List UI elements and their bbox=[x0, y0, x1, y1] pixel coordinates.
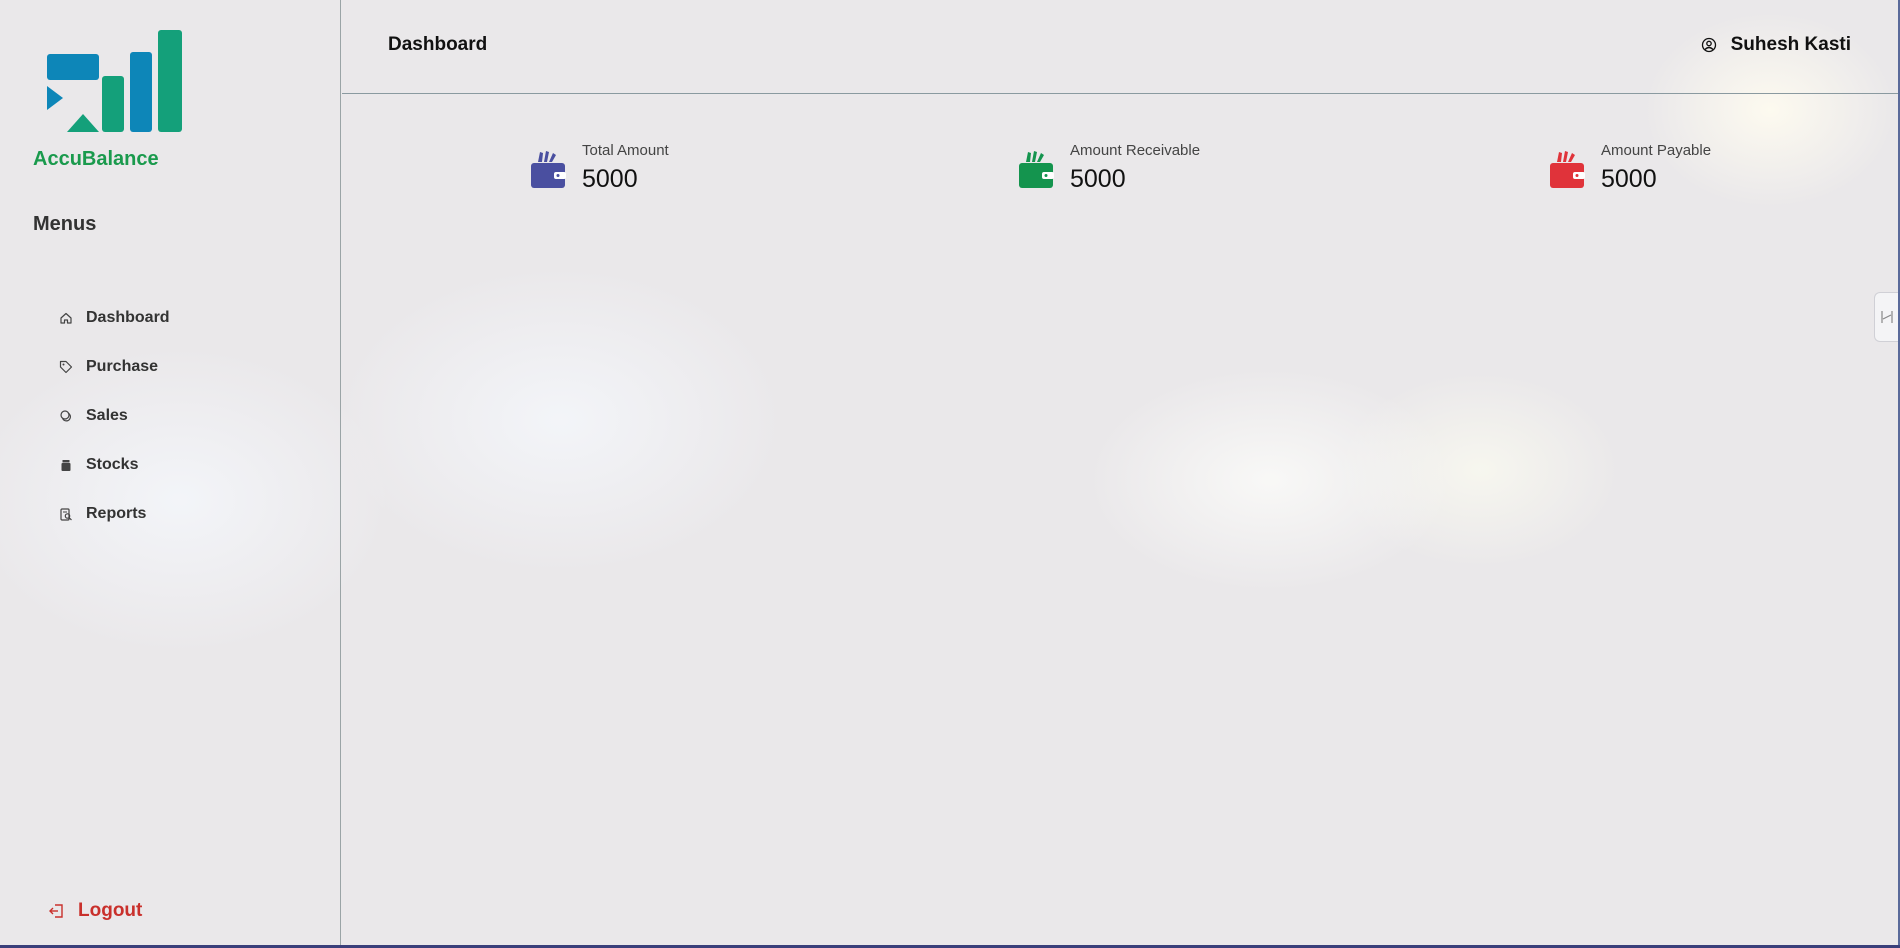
collapse-arrows-icon bbox=[1880, 311, 1893, 323]
tag-icon bbox=[58, 359, 74, 375]
accubalance-logo bbox=[47, 30, 182, 132]
box-icon bbox=[58, 457, 74, 473]
page-title: Dashboard bbox=[388, 34, 488, 55]
total-amount-card: Total Amount 5000 bbox=[530, 140, 669, 194]
sidebar: AccuBalance Menus Dashboard Purchase Sal… bbox=[0, 0, 341, 945]
user-name: Suhesh Kasti bbox=[1730, 34, 1851, 55]
sidebar-item-dashboard[interactable]: Dashboard bbox=[58, 293, 170, 342]
top-header: Dashboard Suhesh Kasti bbox=[342, 0, 1898, 94]
card-value: 5000 bbox=[1601, 165, 1657, 193]
wallet-icon bbox=[531, 151, 566, 188]
user-circle-icon bbox=[1701, 37, 1717, 53]
card-caption: Amount Payable bbox=[1601, 142, 1712, 159]
sidebar-item-label: Stocks bbox=[86, 455, 139, 473]
sidebar-item-label: Purchase bbox=[86, 357, 159, 375]
logout-button[interactable]: Logout bbox=[48, 900, 142, 922]
sidebar-item-stocks[interactable]: Stocks bbox=[58, 440, 170, 489]
sidebar-item-label: Reports bbox=[86, 504, 147, 522]
sidebar-nav: Dashboard Purchase Sales Stocks Reports bbox=[58, 293, 170, 538]
report-search-icon bbox=[58, 506, 74, 522]
sidebar-item-sales[interactable]: Sales bbox=[58, 391, 170, 440]
user-menu[interactable]: Suhesh Kasti bbox=[1701, 34, 1851, 56]
sidebar-item-label: Sales bbox=[86, 406, 128, 424]
logout-label: Logout bbox=[78, 900, 143, 921]
amount-receivable-card: Amount Receivable 5000 bbox=[1018, 140, 1200, 194]
card-caption: Total Amount bbox=[582, 142, 669, 159]
logout-icon bbox=[48, 902, 66, 920]
amount-payable-card: Amount Payable 5000 bbox=[1549, 140, 1711, 194]
brand-name: AccuBalance bbox=[33, 148, 159, 170]
card-value: 5000 bbox=[582, 165, 638, 193]
wallet-icon bbox=[1550, 151, 1585, 188]
card-value: 5000 bbox=[1070, 165, 1126, 193]
menus-heading: Menus bbox=[33, 213, 97, 235]
wallet-icon bbox=[1019, 151, 1054, 188]
home-icon bbox=[58, 310, 74, 326]
sidebar-item-purchase[interactable]: Purchase bbox=[58, 342, 170, 391]
coins-icon bbox=[58, 408, 74, 424]
side-panel-toggle[interactable] bbox=[1874, 292, 1898, 342]
card-caption: Amount Receivable bbox=[1070, 142, 1201, 159]
sidebar-item-label: Dashboard bbox=[86, 308, 170, 326]
sidebar-item-reports[interactable]: Reports bbox=[58, 489, 170, 538]
